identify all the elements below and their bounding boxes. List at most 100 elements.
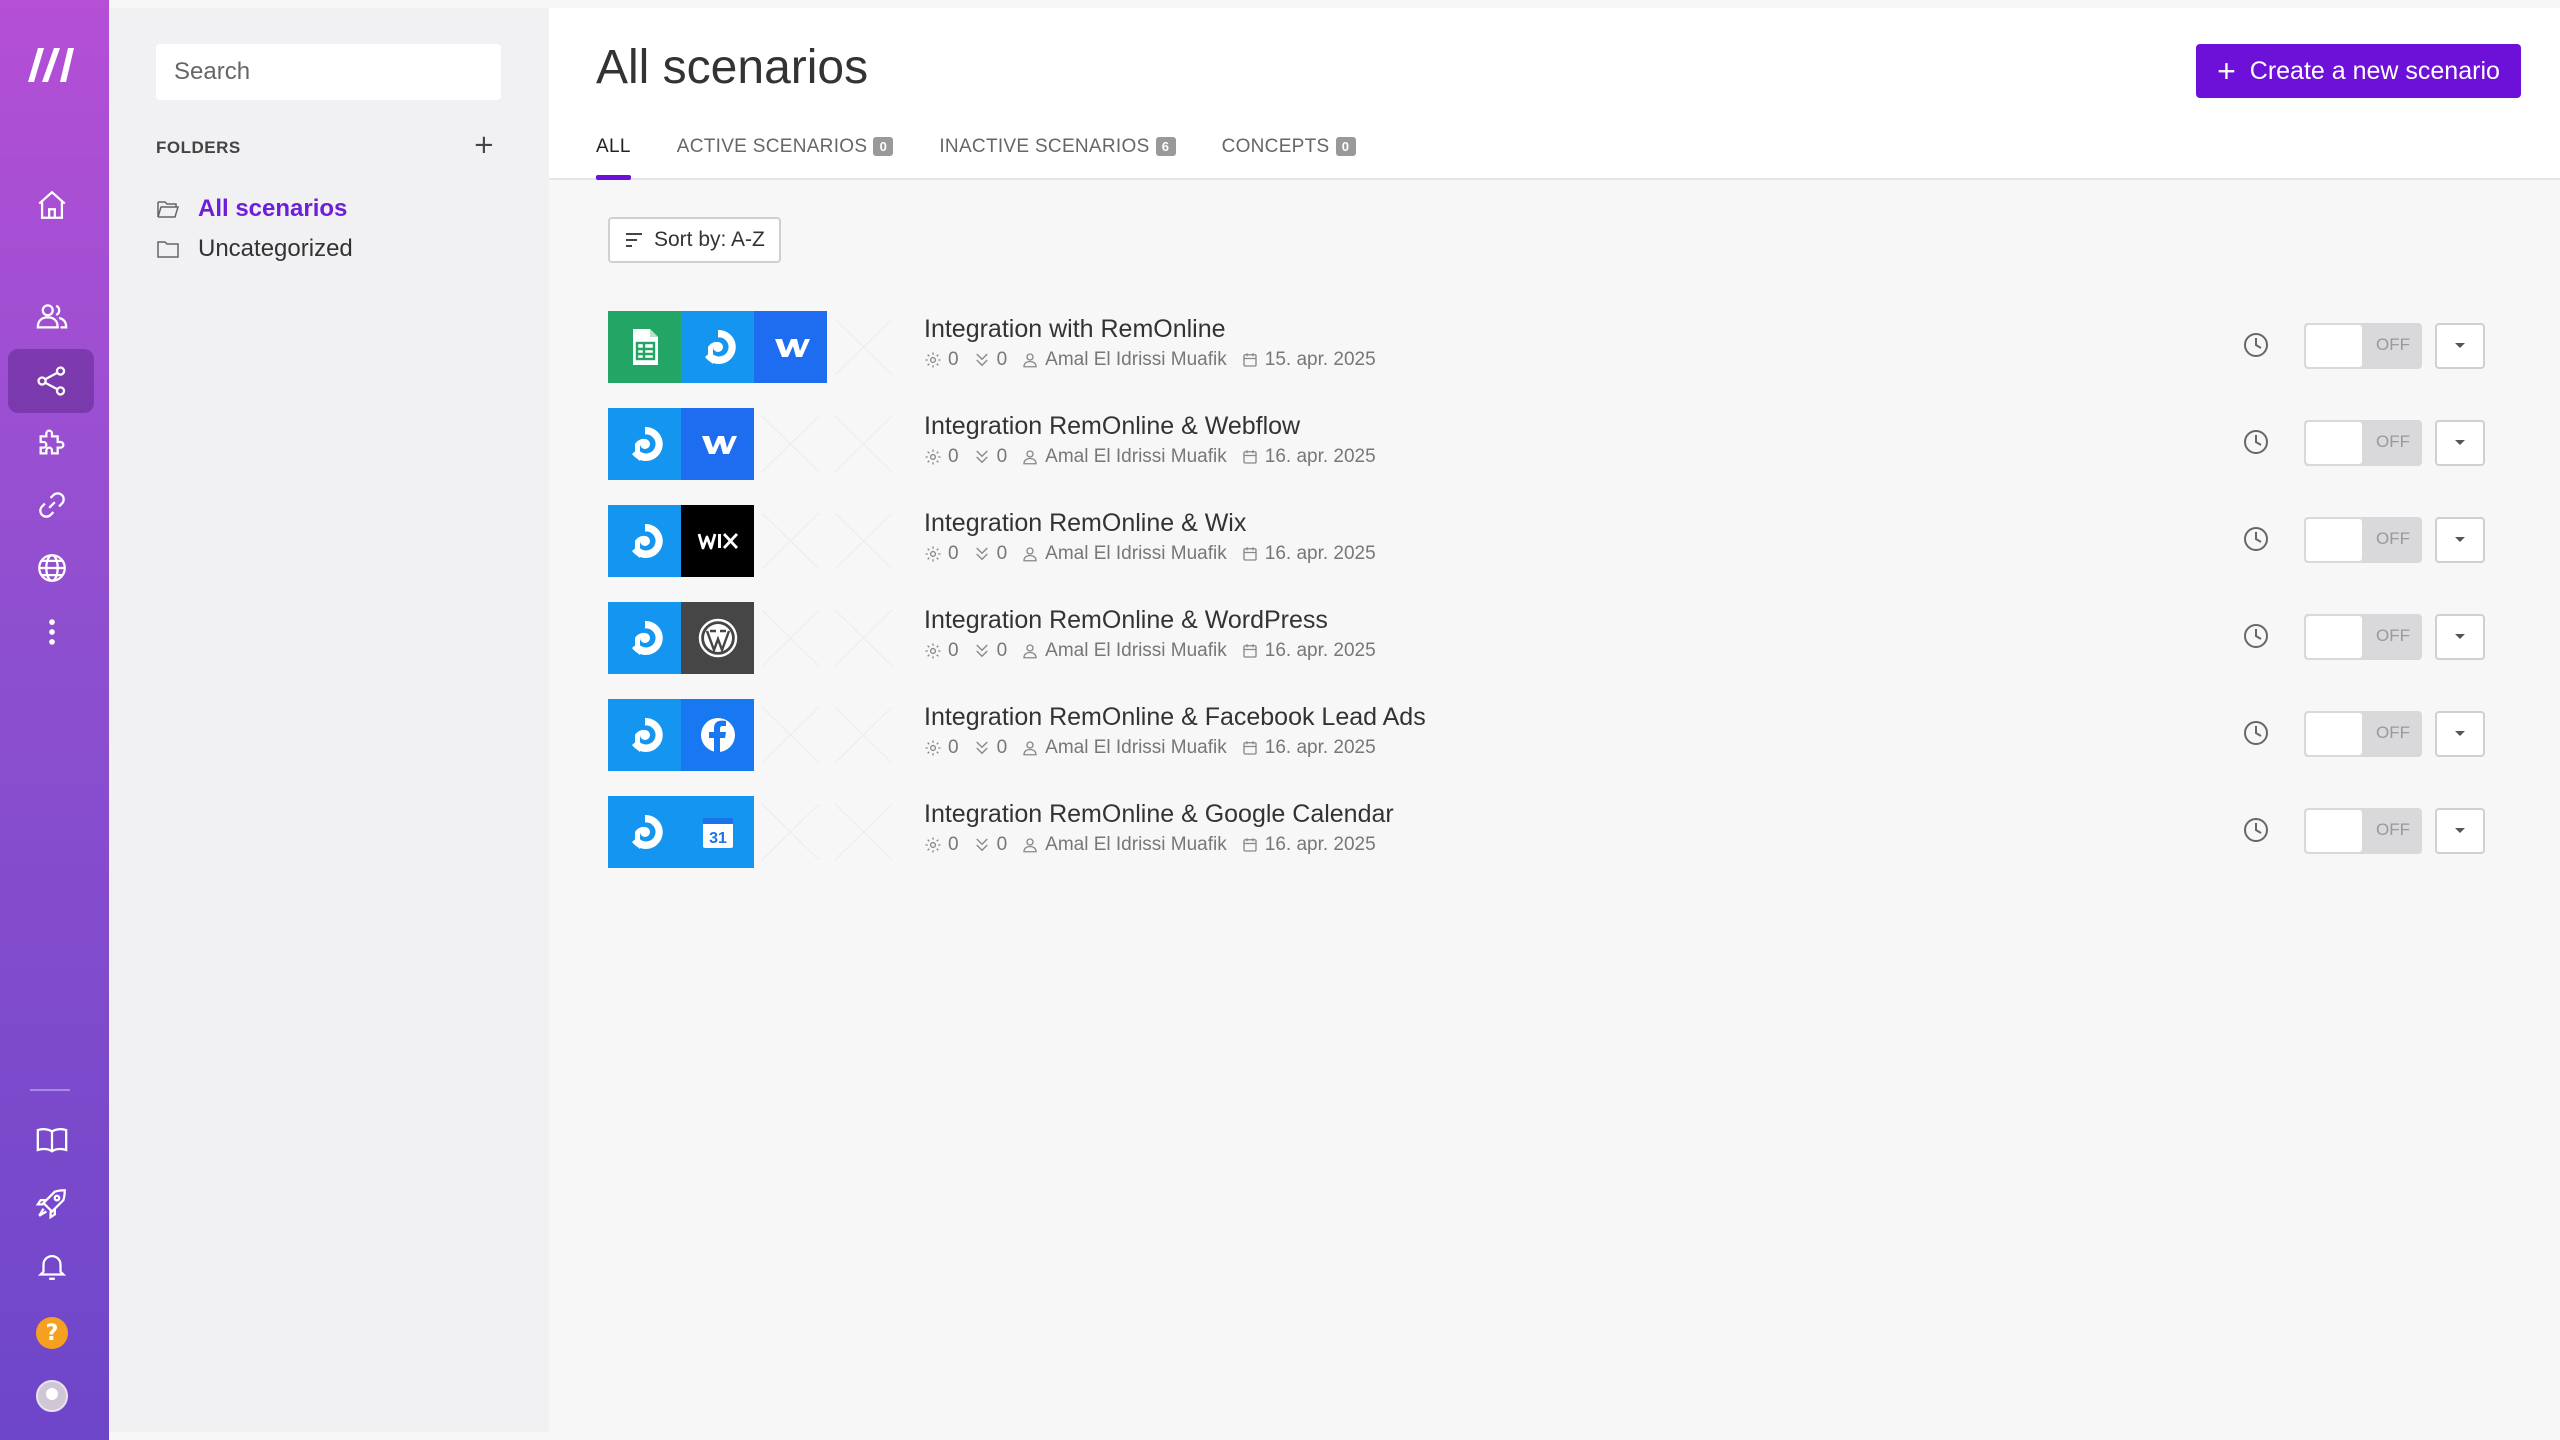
tab-active-scenarios[interactable]: ACTIVE SCENARIOS 0 xyxy=(677,136,894,180)
empty-app-slot xyxy=(754,699,827,771)
scenario-row[interactable]: Integration RemOnline & WordPress 0 0 Am… xyxy=(608,602,2538,699)
operations-value: 0 xyxy=(948,349,959,370)
add-folder-button[interactable]: + xyxy=(473,132,495,158)
toggle-status-label: OFF xyxy=(2376,723,2410,742)
date-value: 16. apr. 2025 xyxy=(1264,834,1376,855)
scenario-list: Integration with RemOnline 0 0 Amal El I… xyxy=(608,311,2538,893)
folder-label: Uncategorized xyxy=(198,235,353,262)
search-input[interactable] xyxy=(156,44,501,100)
scenario-name[interactable]: Integration RemOnline & WordPress xyxy=(924,606,1390,638)
scenario-app-icons[interactable] xyxy=(608,408,900,480)
scenario-name[interactable]: Integration RemOnline & Webflow xyxy=(924,412,1390,444)
data-transfer-count: 0 xyxy=(973,640,1008,662)
operations-value: 0 xyxy=(948,737,959,758)
scenario-options-button[interactable] xyxy=(2435,420,2485,466)
scenario-author: Amal El Idrissi Muafik xyxy=(1021,349,1227,371)
schedule-clock-icon[interactable] xyxy=(2241,524,2271,554)
schedule-clock-icon[interactable] xyxy=(2241,815,2271,845)
puzzle-icon[interactable] xyxy=(24,414,80,470)
operations-icon xyxy=(925,449,941,465)
more-vertical-icon[interactable] xyxy=(24,604,80,660)
toggle-status-label: OFF xyxy=(2376,432,2410,451)
app-rail: ? xyxy=(0,0,109,1440)
scenario-app-icons[interactable] xyxy=(608,505,900,577)
empty-app-slot xyxy=(754,408,827,480)
sort-button[interactable]: Sort by: A-Z xyxy=(608,217,781,263)
rocket-icon[interactable] xyxy=(24,1175,80,1231)
chevron-down-icon xyxy=(2455,828,2465,833)
scenario-date: 16. apr. 2025 xyxy=(1241,834,1376,856)
team-icon[interactable] xyxy=(24,288,80,344)
scenario-author: Amal El Idrissi Muafik xyxy=(1021,446,1227,468)
data-transfer-icon xyxy=(975,450,988,464)
folder-label: All scenarios xyxy=(198,195,348,222)
tab-inactive-scenarios[interactable]: INACTIVE SCENARIOS 6 xyxy=(939,136,1176,180)
scenario-author: Amal El Idrissi Muafik xyxy=(1021,834,1227,856)
scenario-toggle[interactable]: OFF xyxy=(2304,517,2422,563)
page-title: All scenarios xyxy=(596,41,869,94)
sort-label: Sort by: A-Z xyxy=(654,228,765,251)
data-transfer-count: 0 xyxy=(973,834,1007,856)
empty-app-slot xyxy=(827,408,900,480)
scenario-tabs: ALL ACTIVE SCENARIOS 0 INACTIVE SCENARIO… xyxy=(596,136,1402,180)
globe-icon[interactable] xyxy=(24,540,80,596)
scenario-app-icons[interactable] xyxy=(608,699,900,771)
scenario-app-icons[interactable]: 31 xyxy=(608,796,900,868)
folder-open-icon xyxy=(157,201,180,218)
wordpress-app-icon xyxy=(681,602,754,674)
scenario-options-button[interactable] xyxy=(2435,517,2485,563)
scenario-name[interactable]: Integration RemOnline & Facebook Lead Ad… xyxy=(924,703,1426,735)
tab-all[interactable]: ALL xyxy=(596,136,631,180)
operations-count: 0 xyxy=(924,543,959,565)
scenario-name[interactable]: Integration RemOnline & Wix xyxy=(924,509,1390,541)
scenario-row[interactable]: Integration with RemOnline 0 0 Amal El I… xyxy=(608,311,2538,408)
scenario-row[interactable]: 31 Integration RemOnline & Google Calend… xyxy=(608,796,2538,893)
help-icon[interactable]: ? xyxy=(36,1317,68,1349)
scenario-options-button[interactable] xyxy=(2435,323,2485,369)
scenario-row[interactable]: Integration RemOnline & Webflow 0 0 Amal… xyxy=(608,408,2538,505)
bell-icon[interactable] xyxy=(24,1238,80,1294)
scenario-options-button[interactable] xyxy=(2435,711,2485,757)
home-icon[interactable] xyxy=(24,177,80,233)
scenario-row[interactable]: Integration RemOnline & Facebook Lead Ad… xyxy=(608,699,2538,796)
scenario-row[interactable]: Integration RemOnline & Wix 0 0 Amal El … xyxy=(608,505,2538,602)
folder-uncategorized[interactable]: Uncategorized xyxy=(156,232,353,266)
user-icon xyxy=(1023,644,1037,659)
scenario-options-button[interactable] xyxy=(2435,614,2485,660)
scenario-toggle[interactable]: OFF xyxy=(2304,711,2422,757)
scenario-app-icons[interactable] xyxy=(608,311,900,383)
schedule-clock-icon[interactable] xyxy=(2241,330,2271,360)
scenario-name[interactable]: Integration RemOnline & Google Calendar xyxy=(924,800,1394,832)
scenario-toggle[interactable]: OFF xyxy=(2304,323,2422,369)
scenario-name[interactable]: Integration with RemOnline xyxy=(924,315,1390,347)
author-name: Amal El Idrissi Muafik xyxy=(1045,349,1227,370)
scenario-date: 16. apr. 2025 xyxy=(1241,640,1376,662)
empty-app-slot xyxy=(754,796,827,868)
data-transfer-value: 0 xyxy=(996,640,1008,661)
create-scenario-button[interactable]: + Create a new scenario xyxy=(2196,44,2521,98)
scenario-toggle[interactable]: OFF xyxy=(2304,614,2422,660)
empty-app-slot xyxy=(827,311,900,383)
avatar[interactable] xyxy=(36,1380,68,1412)
date-value: 16. apr. 2025 xyxy=(1264,446,1376,467)
schedule-clock-icon[interactable] xyxy=(2241,718,2271,748)
tab-label: ACTIVE SCENARIOS xyxy=(676,136,868,157)
tab-label: INACTIVE SCENARIOS xyxy=(939,136,1150,157)
book-icon[interactable] xyxy=(24,1112,80,1168)
empty-app-slot xyxy=(827,796,900,868)
folder-all-scenarios[interactable]: All scenarios xyxy=(156,192,347,226)
tab-concepts[interactable]: CONCEPTS 0 xyxy=(1222,136,1356,180)
schedule-clock-icon[interactable] xyxy=(2241,427,2271,457)
link-icon[interactable] xyxy=(24,477,80,533)
data-transfer-count: 0 xyxy=(973,543,1007,565)
scenario-toggle[interactable]: OFF xyxy=(2304,420,2422,466)
scenarios-share-icon[interactable] xyxy=(24,353,80,409)
scenario-options-button[interactable] xyxy=(2435,808,2485,854)
schedule-clock-icon[interactable] xyxy=(2241,621,2271,651)
scenario-app-icons[interactable] xyxy=(608,602,900,674)
make-logo-icon[interactable] xyxy=(24,42,82,86)
data-transfer-icon xyxy=(975,838,988,852)
scenario-toggle[interactable]: OFF xyxy=(2304,808,2422,854)
author-name: Amal El Idrissi Muafik xyxy=(1045,446,1227,467)
calendar-icon xyxy=(1243,450,1257,464)
